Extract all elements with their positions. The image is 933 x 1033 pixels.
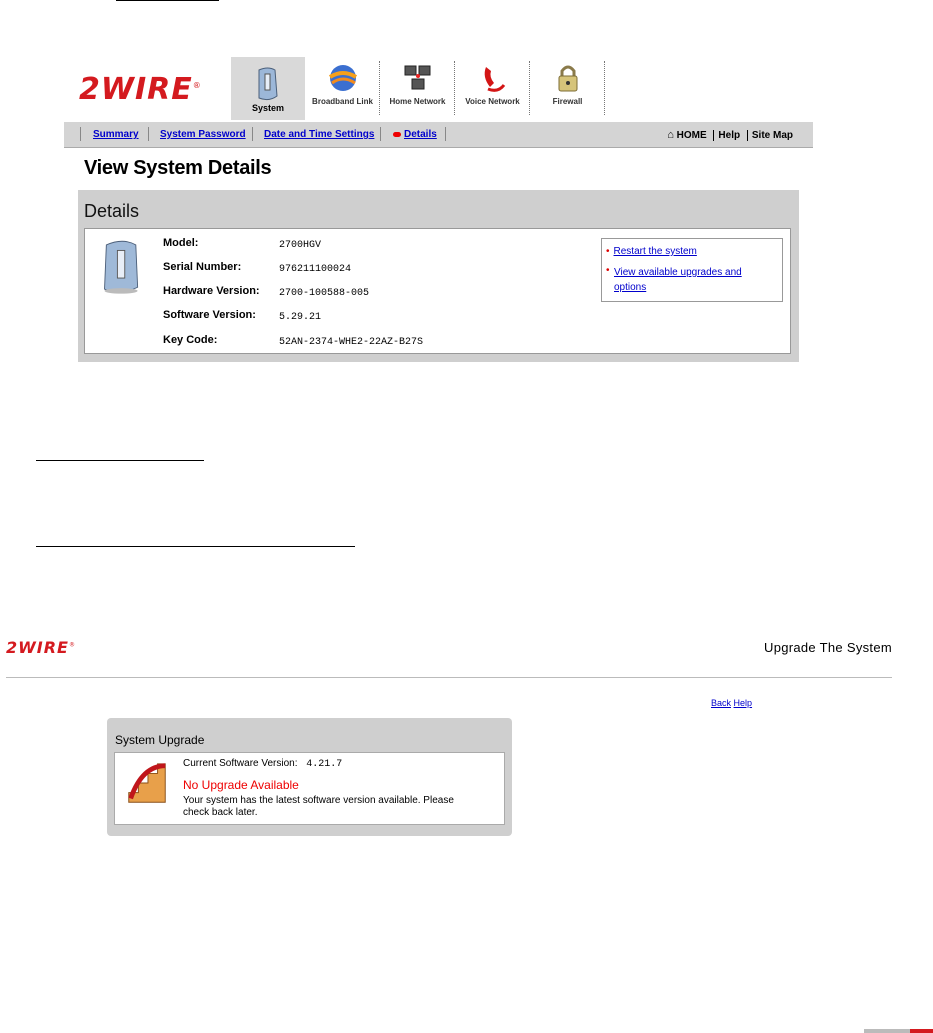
tab-label: Firewall xyxy=(552,97,583,106)
divider xyxy=(6,677,892,678)
active-indicator-icon xyxy=(393,131,401,137)
upgrade-message: Your system has the latest software vers… xyxy=(183,795,454,818)
upgrade-stairs-icon xyxy=(128,763,166,803)
underline-decoration xyxy=(116,0,219,1)
view-upgrades-link[interactable]: View available upgrades and options xyxy=(614,265,756,295)
key-code-label: Key Code: xyxy=(163,334,218,346)
help-link-bottom[interactable]: Help xyxy=(734,698,753,708)
top-links: Back Help xyxy=(711,698,752,708)
current-version-value: 4.21.7 xyxy=(306,759,343,770)
subnav-details[interactable]: Details xyxy=(404,129,437,140)
globe-icon xyxy=(328,65,357,91)
page-title: View System Details xyxy=(84,157,272,179)
tab-home-network[interactable]: Home Network xyxy=(380,57,455,120)
nav-divider xyxy=(713,130,715,141)
nav-divider xyxy=(746,130,748,141)
tab-label: System xyxy=(251,103,285,113)
key-code-value: 52AN-2374-WHE2-22AZ-B27S xyxy=(279,337,424,348)
subnav-date-time-settings[interactable]: Date and Time Settings xyxy=(264,129,374,140)
section-title: Details xyxy=(84,201,140,221)
hardware-version-value: 2700-100588-005 xyxy=(279,288,370,299)
action-item: • Restart the system xyxy=(606,246,697,257)
sub-navigation: Summary System Password Date and Time Se… xyxy=(64,122,813,148)
brand-logo: 2WIRE® xyxy=(79,72,202,107)
current-version-row: Current Software Version: 4.21.7 xyxy=(183,758,342,770)
corner-decoration xyxy=(864,1029,910,1033)
bullet-icon: • xyxy=(606,265,610,276)
actions-box: • Restart the system • View available upgr… xyxy=(601,238,783,302)
details-content: Model: 2700HGV Serial Number: 9762111000… xyxy=(84,228,791,354)
software-version-value: 5.29.21 xyxy=(279,312,322,323)
tab-label: Voice Network xyxy=(465,97,520,106)
help-link[interactable]: Help xyxy=(718,130,740,141)
upgrade-content: Current Software Version: 4.21.7 No Upgr… xyxy=(114,752,505,825)
utility-links: ⌂ HOME Help Site Map xyxy=(667,129,793,141)
bullet-icon: • xyxy=(606,246,610,257)
back-link[interactable]: Back xyxy=(711,698,731,708)
site-map-link[interactable]: Site Map xyxy=(752,130,793,141)
hardware-version-label: Hardware Version: xyxy=(163,285,260,297)
serial-number-label: Serial Number: xyxy=(163,261,242,273)
tab-label: Home Network xyxy=(389,97,446,106)
home-icon: ⌂ xyxy=(667,129,674,141)
action-item: • View available upgrades and options xyxy=(606,265,756,295)
model-value: 2700HGV xyxy=(279,240,322,251)
restart-system-link[interactable]: Restart the system xyxy=(614,246,697,257)
nav-divider xyxy=(252,127,253,141)
tab-voice-network[interactable]: Voice Network xyxy=(455,57,530,120)
underline-decoration xyxy=(36,460,204,461)
home-link[interactable]: HOME xyxy=(677,130,707,141)
phone-icon xyxy=(484,67,505,92)
corner-decoration xyxy=(910,1029,933,1033)
section-title: System Upgrade xyxy=(115,733,205,747)
subnav-summary[interactable]: Summary xyxy=(93,129,139,140)
upgrade-status: No Upgrade Available xyxy=(183,778,299,792)
network-computers-icon xyxy=(404,65,430,90)
main-tabs: System Broadband Link Home Network Voice… xyxy=(231,57,605,120)
system-upgrade-panel: System Upgrade Current Software Version:… xyxy=(107,718,512,836)
subnav-details-wrap: Details xyxy=(393,129,437,140)
nav-divider xyxy=(380,127,381,141)
tab-label: Broadband Link xyxy=(312,97,373,106)
model-label: Model: xyxy=(163,237,199,249)
lock-icon xyxy=(558,65,577,92)
tab-broadband-link[interactable]: Broadband Link xyxy=(305,57,380,120)
subnav-system-password[interactable]: System Password xyxy=(160,129,246,140)
underline-decoration xyxy=(36,546,355,547)
serial-number-value: 976211100024 xyxy=(279,264,352,275)
details-panel: Details Model: 2700HGV Serial Number: 97… xyxy=(78,190,799,362)
nav-divider xyxy=(148,127,149,141)
gateway-device-icon xyxy=(104,240,139,294)
nav-divider xyxy=(445,127,446,141)
system-icon xyxy=(258,67,278,101)
brand-logo-small: 2WIRE® xyxy=(6,638,76,657)
current-version-label: Current Software Version: xyxy=(183,758,298,769)
tab-system[interactable]: System xyxy=(231,57,305,120)
software-version-label: Software Version: xyxy=(163,309,256,321)
tab-firewall[interactable]: Firewall xyxy=(530,57,605,120)
nav-divider xyxy=(80,127,81,141)
upgrade-page-title: Upgrade The System xyxy=(764,640,892,655)
